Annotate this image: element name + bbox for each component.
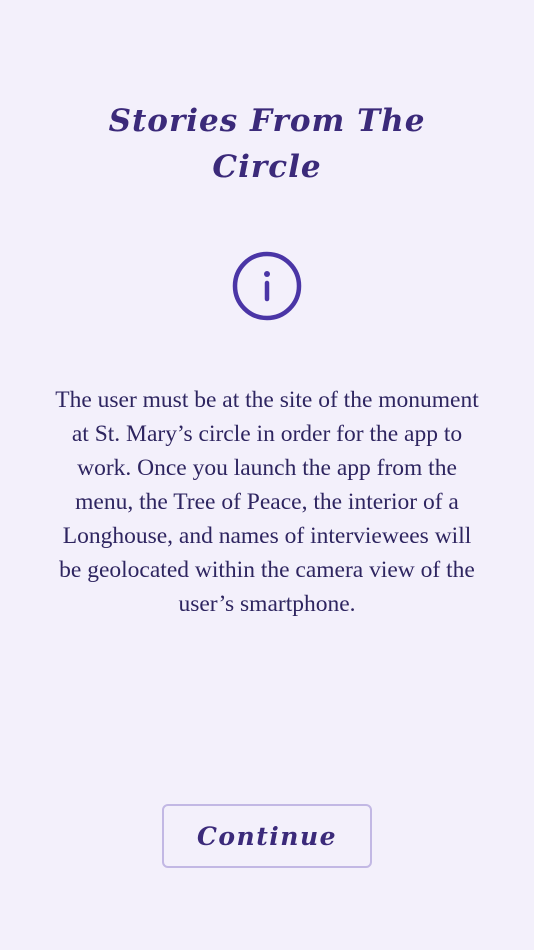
page-title: Stories From The Circle xyxy=(108,103,426,185)
info-icon xyxy=(232,251,302,321)
info-message: The user must be at the site of the monu… xyxy=(55,387,479,617)
info-screen: Stories From The Circle The user must be… xyxy=(0,0,534,950)
continue-button[interactable]: Continue xyxy=(162,804,372,868)
